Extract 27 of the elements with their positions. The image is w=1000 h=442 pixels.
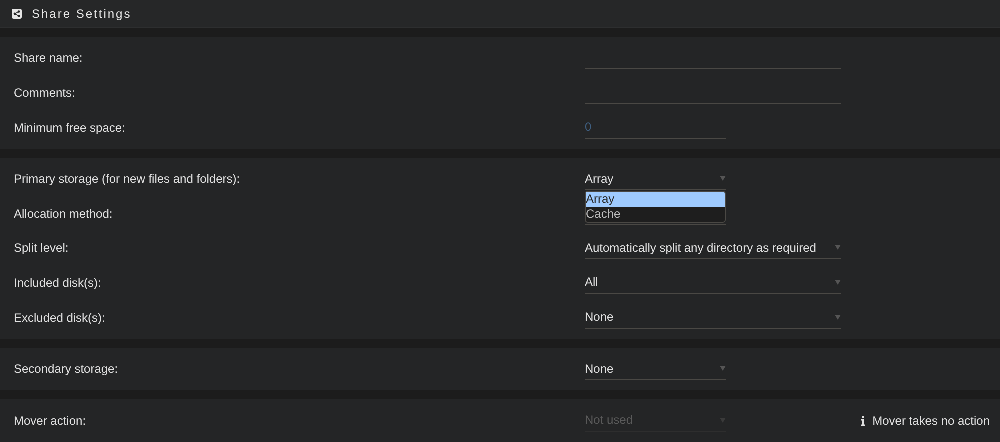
field-label: Excluded disk(s): [13, 310, 106, 327]
dropdown-select[interactable]: None [585, 358, 726, 380]
info-note: Mover takes no action [872, 412, 990, 430]
field-label: Split level: [13, 240, 70, 258]
caret-icon [835, 245, 841, 250]
caret-icon [720, 176, 726, 182]
field-label: Secondary storage: [13, 361, 120, 378]
field-label: Allocation method: [13, 206, 114, 223]
dropdown-select[interactable]: Array [585, 168, 726, 190]
dropdown-select[interactable]: All [585, 272, 841, 294]
dropdown-select[interactable]: None [585, 306, 841, 329]
dropdown-select[interactable]: Automatically split any directory as required [585, 237, 841, 260]
text-field[interactable]: 0 [585, 116, 726, 139]
field-label: Included disk(s): [13, 274, 102, 292]
caret-icon [835, 280, 841, 285]
dropdown-option[interactable]: Array [586, 192, 725, 208]
field-label: Mover action: [13, 412, 88, 430]
field-label: Primary storage (for new files and folders): [13, 171, 242, 188]
field-label: Minimum free space: [13, 120, 126, 137]
field-label: Comments: [13, 84, 76, 102]
share-icon [12, 8, 22, 19]
caret-icon [835, 314, 841, 320]
page-title: Share Settings [32, 6, 132, 23]
field-label: Share name: [13, 50, 84, 68]
dropdown-option[interactable]: Cache [586, 207, 725, 222]
info-icon [860, 416, 866, 426]
caret-icon [720, 366, 726, 372]
